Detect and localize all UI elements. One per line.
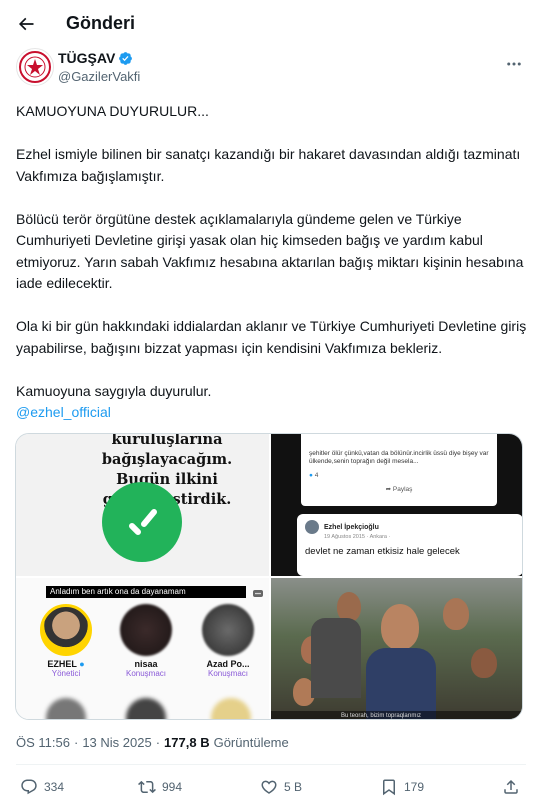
user-role: Konuşmacı xyxy=(207,669,249,678)
tweet-actions: 334 994 5 B 179 xyxy=(0,778,541,804)
views-count: 177,8 B xyxy=(164,735,210,750)
image-heading-line: Bugün ilkini xyxy=(116,471,218,488)
tweet-time[interactable]: ÖS 11:56 xyxy=(16,735,70,750)
tweet-text: KAMUOYUNA DUYURULUR... Ezhel ismiyle bil… xyxy=(16,101,528,424)
screenshot-comment-card: şehitler ölür çünkü,vatan da bölünür.inc… xyxy=(301,434,497,506)
top-bar: Gönderi xyxy=(0,0,541,48)
verified-badge-icon xyxy=(119,51,133,65)
views-label: Görüntüleme xyxy=(213,735,289,750)
user-name: Azad Po... xyxy=(206,659,250,669)
reply-icon xyxy=(21,779,37,795)
like-icon: ● xyxy=(309,472,313,479)
avatar[interactable] xyxy=(16,48,54,86)
avatar xyxy=(40,604,92,656)
repost-button[interactable]: 994 xyxy=(138,778,182,796)
media-grid: kuruluşlarına bağışlayacağım. Bugün ilki… xyxy=(15,433,523,720)
share-icon: ➦ xyxy=(385,486,392,493)
author-name-text: TÜGŞAV xyxy=(58,50,116,66)
tweet-paragraph: KAMUOYUNA DUYURULUR... xyxy=(16,103,209,119)
image-heading-line: bağışlayacağım. xyxy=(101,451,233,468)
tweet-paragraph: Bölücü terör örgütüne destek açıklamalar… xyxy=(16,210,524,292)
post-author: Ezhel İpekçioğlu xyxy=(324,523,379,531)
tweet-date[interactable]: 13 Nis 2025 xyxy=(82,735,151,750)
space-user-1: EZHEL ● Yönetici xyxy=(26,604,106,678)
post-text: devlet ne zaman etkisiz hale gelecek xyxy=(305,546,460,557)
share-icon xyxy=(504,779,518,794)
author-name[interactable]: TÜGŞAV xyxy=(58,50,133,66)
avatar xyxy=(305,520,319,534)
media-image-2[interactable]: şehitler ölür çünkü,vatan da bölünür.inc… xyxy=(271,434,522,576)
avatar xyxy=(126,698,166,719)
bookmark-count: 179 xyxy=(404,780,425,794)
tweet-paragraph: Ola ki bir gün hakkındaki iddialardan ak… xyxy=(16,318,527,356)
user-role: Yönetici xyxy=(51,669,81,678)
avatar xyxy=(211,698,251,719)
reply-count: 334 xyxy=(44,780,65,794)
photo-children xyxy=(271,578,522,719)
heart-icon xyxy=(261,780,277,794)
share-label: ➦ Paylaş xyxy=(309,485,489,493)
more-horizontal-icon xyxy=(507,62,521,66)
author-handle[interactable]: @GazilerVakfi xyxy=(58,69,140,84)
like-count: 5 B xyxy=(284,780,303,794)
live-caption: Anladım ben artık ona da dayanamam xyxy=(46,586,246,598)
verified-badge-icon: ● xyxy=(79,659,85,669)
user-role: Konuşmacı xyxy=(125,669,167,678)
meta-separator: · xyxy=(73,735,79,750)
user-name: nisaa xyxy=(134,659,158,669)
user-name-text: EZHEL xyxy=(47,659,77,669)
avatar xyxy=(46,698,86,719)
user-name: EZHEL ● xyxy=(26,659,106,669)
comment-likes-count: 4 xyxy=(314,472,319,479)
avatar xyxy=(202,604,254,656)
like-button[interactable]: 5 B xyxy=(260,778,302,796)
space-user-3: Azad Po... Konuşmacı xyxy=(188,604,268,678)
share-label-text: Paylaş xyxy=(392,486,413,493)
post-date: 19 Ağustos 2015 · Ankara · xyxy=(324,534,391,540)
space-user-2: nisaa Konuşmacı xyxy=(106,604,186,678)
check-icon xyxy=(102,482,182,562)
repost-icon xyxy=(138,780,156,794)
tweet-paragraph: Ezhel ismiyle bilinen bir sanatçı kazand… xyxy=(16,146,521,184)
divider xyxy=(16,764,526,765)
video-caption: Bu teorah, bizim topraqlarımız xyxy=(271,711,522,719)
tweet-meta: ÖS 11:56 · 13 Nis 2025 · 177,8 B Görüntü… xyxy=(16,735,289,750)
reply-button[interactable]: 334 xyxy=(20,778,64,796)
mention-link[interactable]: @ezhel_official xyxy=(16,402,528,424)
share-button[interactable] xyxy=(502,778,520,796)
tweet-paragraph: Kamuoyuna saygıyla duyurulur. xyxy=(16,382,212,399)
chat-icon xyxy=(253,590,263,597)
bookmark-button[interactable]: 179 xyxy=(380,778,424,796)
tweet-author: TÜGŞAV @GazilerVakfi xyxy=(16,48,526,92)
comment-text: şehitler ölür çünkü,vatan da bölünür.inc… xyxy=(309,450,489,465)
repost-count: 994 xyxy=(162,780,183,794)
page-title: Gönderi xyxy=(66,13,136,33)
meta-separator: · xyxy=(155,735,161,750)
image-heading-line: kuruluşlarına xyxy=(111,434,223,448)
more-options-button[interactable] xyxy=(502,52,526,76)
foundation-logo-icon xyxy=(19,51,51,83)
bookmark-icon xyxy=(383,779,395,796)
avatar xyxy=(120,604,172,656)
media-image-1[interactable]: kuruluşlarına bağışlayacağım. Bugün ilki… xyxy=(16,434,269,576)
back-button[interactable] xyxy=(10,8,42,40)
comment-likes: ● 4 xyxy=(309,472,489,479)
media-image-3[interactable]: Anladım ben artık ona da dayanamam EZHEL… xyxy=(16,578,269,719)
media-image-4[interactable]: Bu teorah, bizim topraqlarımız xyxy=(271,578,522,719)
arrow-left-icon xyxy=(18,17,34,31)
screenshot-post-card: Ezhel İpekçioğlu 19 Ağustos 2015 · Ankar… xyxy=(297,514,522,576)
